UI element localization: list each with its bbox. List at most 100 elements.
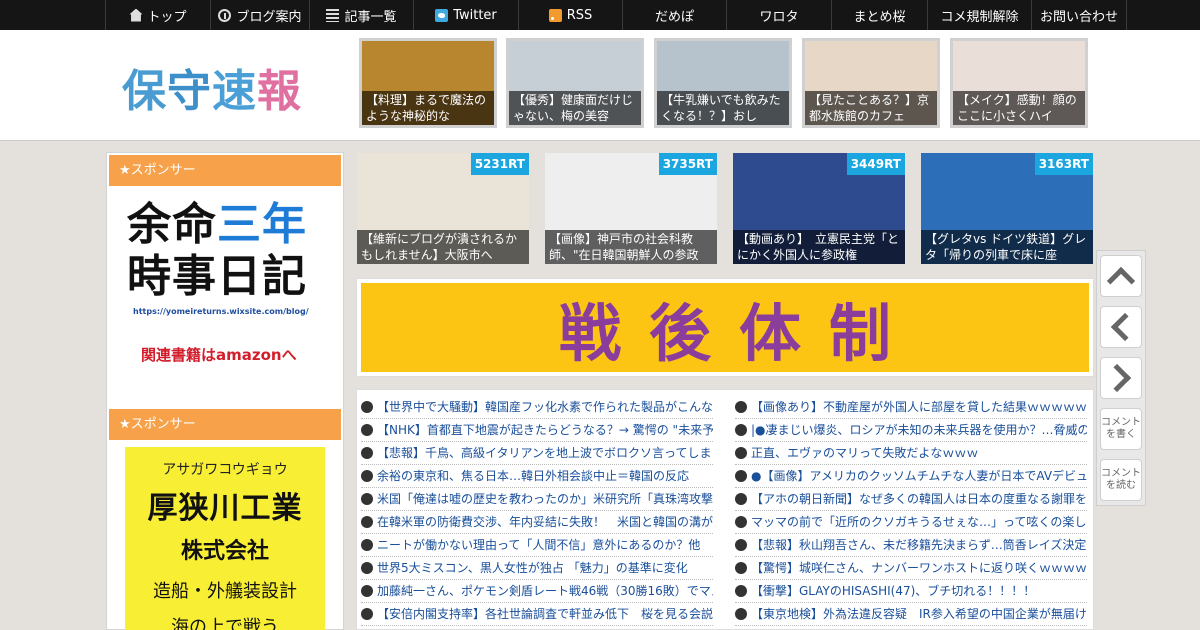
sidebar: ★スポンサー 余命三年 時事日記 https://yomeireturns.wi… (106, 152, 344, 630)
article-link[interactable]: 【安倍内閣支持率】各社世論調査で軒並み低下 桜を見る会説 (361, 603, 713, 626)
nav-item-label: Twitter (453, 7, 497, 23)
article-link[interactable]: 【悲報】秋山翔吾さん、未だ移籍先決まらず…筒香レイズ決定 (735, 534, 1087, 557)
sponsor-heading: ★スポンサー (109, 409, 341, 440)
logo-char: 守 (167, 66, 212, 117)
popular-article[interactable]: 5231RT 【維新にブログが潰されるかもしれません】大阪市へ (357, 153, 529, 264)
article-link[interactable]: 正直、エヴァのマリって失敗だよなｗｗｗ (735, 442, 1087, 465)
article-caption: 【画像】神戸市の社会科教師、"在日韓国朝鮮人の参政 (545, 230, 717, 264)
nav-item[interactable]: お問い合わせ (1032, 0, 1127, 30)
header-thumbnail[interactable]: 【メイク】感動！顔のここに小さくハイ (950, 38, 1088, 128)
nav-item[interactable]: ブログ案内 (211, 0, 310, 30)
retweet-count-badge: 3735RT (658, 153, 717, 175)
sponsor-ad-asagawa[interactable]: アサガワコウギョウ 厚狭川工業 株式会社 造船・外艤装設計 海の上で戦う (125, 447, 325, 630)
nav-item[interactable]: コメ規制解除 (928, 0, 1032, 30)
ad-service: 造船・外艤装設計 (153, 581, 297, 602)
nav-item-label: ワロタ (759, 9, 799, 25)
ad-url: https://yomeireturns.wixsite.com/blog/ (133, 307, 309, 316)
thumbnail-caption: 【メイク】感動！顔のここに小さくハイ (953, 91, 1085, 125)
logo-char: 保 (122, 66, 167, 117)
article-link[interactable]: 加藤純一さん、ポケモン剣盾レート戦46戦（30勝16敗）でマス (361, 580, 713, 603)
next-button[interactable] (1100, 357, 1142, 399)
article-caption: 【動画あり】 立憲民主党「とにかく外国人に参政権 (733, 230, 905, 264)
nav-item-label: だめぽ (654, 9, 694, 25)
nav-item[interactable]: だめぽ (623, 0, 727, 30)
twitter-icon (435, 8, 449, 22)
write-comment-button[interactable]: コメントを書く (1100, 408, 1142, 450)
info-icon (218, 8, 232, 22)
article-link[interactable]: 【世界中で大騒動】韓国産フッ化水素で作られた製品がこんな (361, 396, 713, 419)
article-link[interactable]: 【東京地検】外為法違反容疑 IR参入希望の中国企業が無届け (735, 603, 1087, 626)
nav-item-label: RSS (566, 7, 593, 23)
article-link[interactable]: 世界5大ミスコン、黒人女性が独占 「魅力」の基準に変化 (361, 557, 713, 580)
article-link[interactable]: 在韓米軍の防衛費交渉、年内妥結に失敗！ 米国と韓国の溝が (361, 511, 713, 534)
nav-item-label: 記事一覧 (344, 9, 397, 25)
nav-item-label: お問い合わせ (1039, 9, 1118, 25)
scroll-top-button[interactable] (1100, 255, 1142, 297)
article-link[interactable]: 【画像あり】不動産屋が外国人に部屋を貸した結果ｗｗｗｗｗ (735, 396, 1087, 419)
top-navigation: トップ ブログ案内 記事一覧 Twitter RSS だめぽ ワロタ まとめ桜 コメ規制解除 お問… (0, 0, 1200, 30)
chevron-left-icon (1110, 312, 1140, 342)
write-comment-label: コメントを書く (1101, 417, 1141, 440)
thumbnail-caption: 【牛乳嫌いでも飲みたくなる！？】おし (657, 91, 789, 125)
ad-company-type: 株式会社 (180, 539, 269, 564)
article-link[interactable]: ●【画像】アメリカのクッソムチムチな人妻が日本でAVデビュ (735, 465, 1087, 488)
retweet-count-badge: 5231RT (470, 153, 529, 175)
nav-item-label: ブログ案内 (236, 9, 302, 25)
logo-char: 速 (212, 66, 257, 117)
retweet-count-badge: 3163RT (1034, 153, 1093, 175)
article-link[interactable]: 米国「俺達は嘘の歴史を教わったのか」米研究所「真珠湾攻撃 (361, 488, 713, 511)
read-comment-button[interactable]: コメントを読む (1100, 459, 1142, 501)
article-link[interactable]: マッマの前で「近所のクソガキうるせぇな…」って呟くの楽し (735, 511, 1087, 534)
sponsor-heading: ★スポンサー (109, 155, 341, 186)
nav-item[interactable]: ワロタ (727, 0, 832, 30)
floating-toolbar: コメントを書く コメントを読む (1096, 250, 1146, 506)
ad-tagline: 海の上で戦う (171, 617, 279, 630)
article-link[interactable]: 【驚愕】城咲仁さん、ナンバーワンホストに返り咲くｗｗｗｗ (735, 557, 1087, 580)
banner-ad[interactable]: 戦後体制 (356, 278, 1094, 377)
read-comment-label: コメントを読む (1101, 468, 1141, 491)
article-link[interactable]: 【衝撃】GLAYのHISASHI(47)、ブチ切れる！！！！ (735, 580, 1087, 603)
nav-list: トップ ブログ案内 記事一覧 Twitter RSS だめぽ ワロタ まとめ桜 コメ規制解除 お問… (105, 0, 1127, 30)
popular-article[interactable]: 3163RT 【グレタvs ドイツ鉄道】グレタ「帰りの列車で床に座 (921, 153, 1093, 264)
list-icon (326, 8, 340, 22)
nav-item-label: コメ規制解除 (940, 9, 1019, 25)
link-column-left: 【世界中で大騒動】韓国産フッ化水素で作られた製品がこんな 【NHK】首都直下地震が… (361, 396, 713, 626)
ad-kana: アサガワコウギョウ (162, 462, 288, 478)
header-thumbnail[interactable]: 【料理】まるで魔法のような神秘的な (359, 38, 497, 128)
header-thumbnail[interactable]: 【優秀】健康面だけじゃない、梅の美容 (506, 38, 644, 128)
nav-item[interactable]: Twitter (414, 0, 519, 30)
popular-article[interactable]: 3449RT 【動画あり】 立憲民主党「とにかく外国人に参政権 (733, 153, 905, 264)
nav-item[interactable]: まとめ桜 (832, 0, 928, 30)
article-caption: 【維新にブログが潰されるかもしれません】大阪市へ (357, 230, 529, 264)
header-thumbnail[interactable]: 【見たことある？】京都水族館のカフェ (802, 38, 940, 128)
nav-item[interactable]: トップ (106, 0, 211, 30)
ad-company-name: 厚狭川工業 (147, 491, 303, 526)
nav-item[interactable]: 記事一覧 (310, 0, 414, 30)
sponsor-ad-yomei[interactable]: 余命三年 時事日記 https://yomeireturns.wixsite.c… (127, 199, 323, 365)
popular-article[interactable]: 3735RT 【画像】神戸市の社会科教師、"在日韓国朝鮮人の参政 (545, 153, 717, 264)
ad-text: 余命 (127, 199, 217, 250)
article-link[interactable]: ニートが働かない理由って「人間不信」意外にあるのか？他 (361, 534, 713, 557)
link-list: 【世界中で大騒動】韓国産フッ化水素で作られた製品がこんな 【NHK】首都直下地震が… (356, 389, 1094, 630)
article-link[interactable]: 【悲報】千鳥、高級イタリアンを地上波でボロクソ言ってしま (361, 442, 713, 465)
article-link[interactable]: 余裕の東京和、焦る日本…韓日外相会談中止＝韓国の反応 (361, 465, 713, 488)
chevron-up-icon (1106, 266, 1136, 296)
header-thumbnail[interactable]: 【牛乳嫌いでも飲みたくなる！？】おし (654, 38, 792, 128)
thumbnail-caption: 【見たことある？】京都水族館のカフェ (805, 91, 937, 125)
logo-char: 報 (257, 66, 302, 117)
article-link[interactable]: 【アホの朝日新聞】なぜ多くの韓国人は日本の度重なる謝罪を (735, 488, 1087, 511)
article-link[interactable]: |●凄まじい爆炎、ロシアが未知の未来兵器を使用か？…脅威の (735, 419, 1087, 442)
site-header: 保守速報 【料理】まるで魔法のような神秘的な 【優秀】健康面だけじゃない、梅の美容… (0, 30, 1200, 141)
thumbnail-caption: 【料理】まるで魔法のような神秘的な (362, 91, 494, 125)
ad-title-line2: 時事日記 (127, 251, 307, 302)
site-logo[interactable]: 保守速報 (122, 55, 302, 119)
ad-title-line1: 余命三年 (127, 199, 323, 251)
rss-icon (548, 8, 562, 22)
nav-item[interactable]: RSS (519, 0, 623, 30)
retweet-count-badge: 3449RT (846, 153, 905, 175)
nav-item-label: トップ (147, 9, 187, 25)
home-icon (129, 8, 143, 22)
previous-button[interactable] (1100, 306, 1142, 348)
ad-amazon-link[interactable]: 関連書籍はamazonへ (127, 344, 323, 365)
article-link[interactable]: 【NHK】首都直下地震が起きたらどうなる？→ 驚愕の "未来予 (361, 419, 713, 442)
